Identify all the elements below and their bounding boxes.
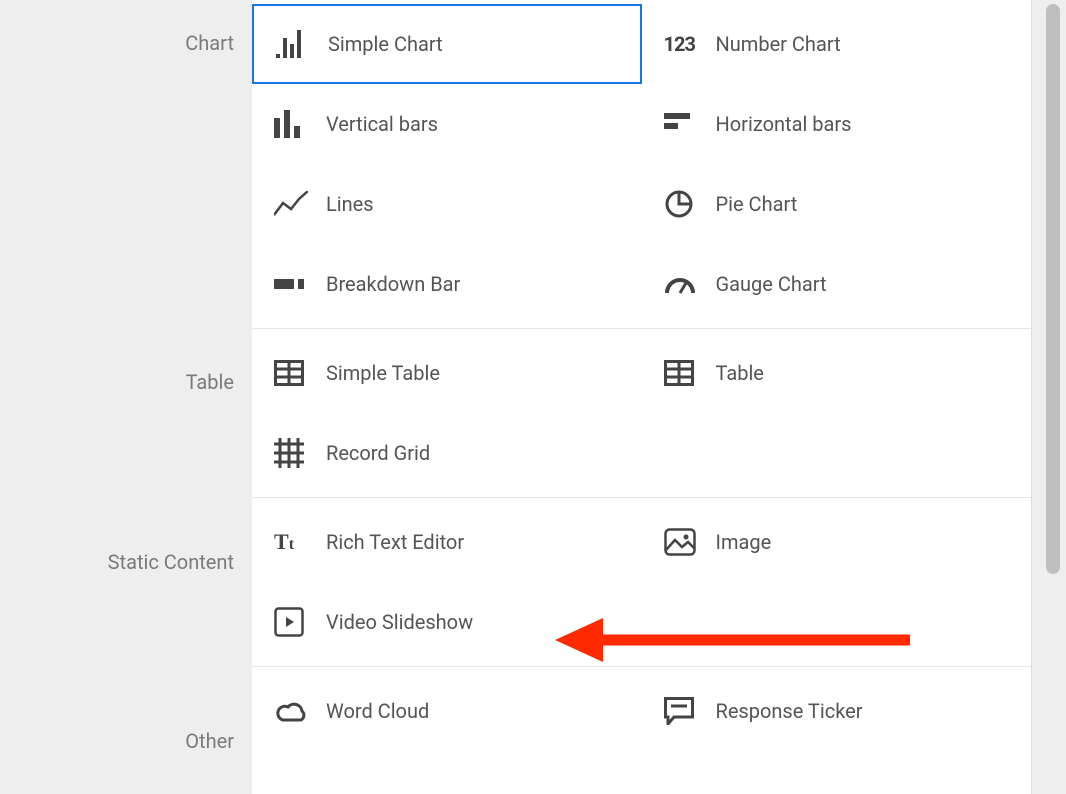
horizontal-bars-icon	[664, 113, 716, 135]
number-123-icon: 123	[664, 32, 716, 56]
option-record-grid[interactable]: Record Grid	[252, 413, 642, 493]
option-video-slideshow[interactable]: Video Slideshow	[252, 582, 642, 662]
option-number-chart[interactable]: 123 Number Chart	[642, 4, 1032, 84]
option-label: Record Grid	[326, 441, 430, 465]
option-label: Vertical bars	[326, 112, 438, 136]
play-video-icon	[274, 607, 326, 637]
section-table: Simple Table Table	[252, 329, 1031, 498]
chat-ticker-icon	[664, 697, 716, 725]
option-table[interactable]: Table	[642, 333, 1032, 413]
option-label: Word Cloud	[326, 699, 429, 723]
table-icon	[664, 360, 716, 386]
option-simple-chart[interactable]: Simple Chart	[252, 4, 642, 84]
section-chart: Simple Chart 123 Number Chart Vertical	[252, 0, 1031, 329]
option-label: Breakdown Bar	[326, 272, 460, 296]
option-vertical-bars[interactable]: Vertical bars	[252, 84, 642, 164]
line-chart-icon	[274, 191, 326, 217]
option-gauge-chart[interactable]: Gauge Chart	[642, 244, 1032, 324]
option-lines[interactable]: Lines	[252, 164, 642, 244]
category-label-other: Other	[185, 729, 234, 753]
option-rich-text-editor[interactable]: Tt Rich Text Editor	[252, 502, 642, 582]
option-label: Table	[716, 361, 764, 385]
category-label-chart: Chart	[185, 31, 234, 55]
option-label: Number Chart	[716, 32, 841, 56]
simple-table-icon	[274, 360, 326, 386]
option-label: Video Slideshow	[326, 610, 473, 634]
text-tt-icon: Tt	[274, 529, 326, 555]
option-label: Response Ticker	[716, 699, 863, 723]
section-other: Word Cloud Response Ticker	[252, 667, 1031, 755]
gauge-icon	[664, 273, 716, 295]
option-label: Horizontal bars	[716, 112, 852, 136]
category-label-table: Table	[186, 370, 234, 394]
option-word-cloud[interactable]: Word Cloud	[252, 671, 642, 751]
option-label: Lines	[326, 192, 374, 216]
cloud-icon	[274, 699, 326, 723]
option-image[interactable]: Image	[642, 502, 1032, 582]
image-icon	[664, 528, 716, 556]
option-label: Simple Chart	[328, 32, 443, 56]
option-horizontal-bars[interactable]: Horizontal bars	[642, 84, 1032, 164]
option-response-ticker[interactable]: Response Ticker	[642, 671, 1032, 751]
option-label: Gauge Chart	[716, 272, 827, 296]
option-simple-table[interactable]: Simple Table	[252, 333, 642, 413]
category-sidebar: Chart Table Static Content Other	[0, 0, 252, 794]
bar-chart-icon	[276, 30, 328, 58]
option-label: Image	[716, 530, 772, 554]
vertical-bars-icon	[274, 110, 326, 138]
option-breakdown-bar[interactable]: Breakdown Bar	[252, 244, 642, 324]
options-panel[interactable]: Simple Chart 123 Number Chart Vertical	[252, 0, 1032, 794]
scrollbar-thumb[interactable]	[1046, 4, 1060, 574]
pie-chart-icon	[664, 189, 716, 219]
category-label-static: Static Content	[108, 550, 234, 574]
section-static-content: Tt Rich Text Editor Image	[252, 498, 1031, 667]
option-pie-chart[interactable]: Pie Chart	[642, 164, 1032, 244]
option-label: Simple Table	[326, 361, 440, 385]
grid-icon	[274, 438, 326, 468]
option-label: Rich Text Editor	[326, 530, 464, 554]
option-label: Pie Chart	[716, 192, 798, 216]
breakdown-bar-icon	[274, 279, 326, 289]
